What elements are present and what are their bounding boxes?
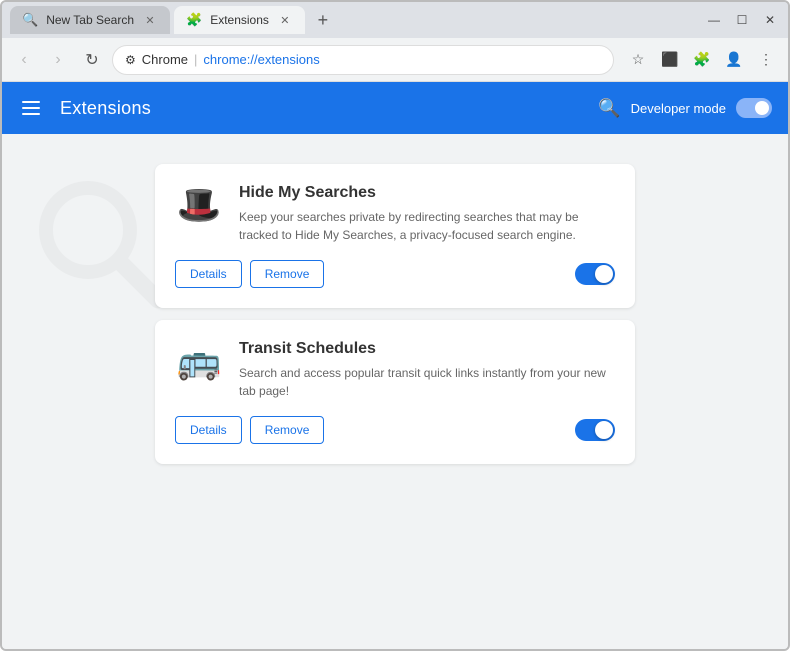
developer-mode-label: Developer mode bbox=[631, 101, 726, 116]
extensions-header-right: 🔍 Developer mode bbox=[598, 98, 772, 119]
extension-card-hide-my-searches: 🎩 Hide My Searches Keep your searches pr… bbox=[155, 164, 635, 308]
bookmark-icon[interactable]: ☆ bbox=[624, 46, 652, 74]
hide-my-searches-icon: 🎩 bbox=[175, 184, 223, 226]
hide-my-searches-desc: Keep your searches private by redirectin… bbox=[239, 208, 615, 244]
browser-window: 🔍 New Tab Search ✕ 🧩 Extensions ✕ + — ☐ … bbox=[0, 0, 790, 651]
hamburger-menu[interactable] bbox=[18, 97, 44, 119]
tab-extensions-icon: 🧩 bbox=[186, 12, 202, 28]
window-controls: — ☐ ✕ bbox=[704, 10, 780, 30]
extension-card-top: 🎩 Hide My Searches Keep your searches pr… bbox=[175, 184, 615, 244]
tab-new-tab-search-title: New Tab Search bbox=[46, 13, 134, 27]
developer-mode-toggle[interactable] bbox=[736, 98, 772, 118]
tab-extensions[interactable]: 🧩 Extensions ✕ bbox=[174, 6, 305, 34]
extension-icon[interactable]: 🧩 bbox=[688, 46, 716, 74]
transit-schedules-toggle-knob bbox=[595, 421, 613, 439]
hide-my-searches-toggle-container bbox=[575, 263, 615, 285]
transit-schedules-toggle[interactable] bbox=[575, 419, 615, 441]
address-bar[interactable]: ⚙ Chrome | chrome://extensions bbox=[112, 45, 614, 75]
address-separator: | bbox=[194, 52, 197, 67]
transit-schedules-toggle-container bbox=[575, 419, 615, 441]
maximize-button[interactable]: ☐ bbox=[732, 10, 752, 30]
forward-button[interactable]: › bbox=[44, 46, 72, 74]
developer-mode-toggle-knob bbox=[755, 101, 769, 115]
transit-schedules-info: Transit Schedules Search and access popu… bbox=[239, 340, 615, 400]
menu-icon[interactable]: ⋮ bbox=[752, 46, 780, 74]
hide-my-searches-toggle-knob bbox=[595, 265, 613, 283]
hamburger-line-3 bbox=[22, 113, 40, 115]
transit-schedules-icon: 🚌 bbox=[175, 340, 223, 382]
hide-my-searches-info: Hide My Searches Keep your searches priv… bbox=[239, 184, 615, 244]
extensions-content: fish.com 🎩 Hide My Searches Keep your se… bbox=[2, 134, 788, 649]
minimize-button[interactable]: — bbox=[704, 10, 724, 30]
tab-extensions-close[interactable]: ✕ bbox=[277, 12, 293, 28]
transit-schedules-name: Transit Schedules bbox=[239, 340, 615, 358]
toolbar: ‹ › ↻ ⚙ Chrome | chrome://extensions ☆ ⬛… bbox=[2, 38, 788, 82]
title-bar: 🔍 New Tab Search ✕ 🧩 Extensions ✕ + — ☐ … bbox=[2, 2, 788, 38]
extension-card-top: 🚌 Transit Schedules Search and access po… bbox=[175, 340, 615, 400]
tab-new-tab-search-close[interactable]: ✕ bbox=[142, 12, 158, 28]
tab-new-tab-search-icon: 🔍 bbox=[22, 12, 38, 28]
hamburger-line-1 bbox=[22, 101, 40, 103]
hamburger-line-2 bbox=[22, 107, 40, 109]
hide-my-searches-actions: Details Remove bbox=[175, 260, 615, 288]
hide-my-searches-remove-button[interactable]: Remove bbox=[250, 260, 325, 288]
hide-my-searches-details-button[interactable]: Details bbox=[175, 260, 242, 288]
tab-extensions-title: Extensions bbox=[210, 13, 269, 27]
extensions-search-icon[interactable]: 🔍 bbox=[598, 98, 620, 119]
extensions-list: 🎩 Hide My Searches Keep your searches pr… bbox=[155, 164, 635, 464]
extension-card-transit-schedules: 🚌 Transit Schedules Search and access po… bbox=[155, 320, 635, 464]
address-domain: Chrome bbox=[142, 52, 188, 67]
extensions-header: Extensions 🔍 Developer mode bbox=[2, 82, 788, 134]
toolbar-icons: ☆ ⬛ 🧩 👤 ⋮ bbox=[624, 46, 780, 74]
new-tab-button[interactable]: + bbox=[309, 6, 337, 34]
magnifier-watermark bbox=[32, 174, 172, 314]
address-url: chrome://extensions bbox=[203, 52, 319, 67]
back-button[interactable]: ‹ bbox=[10, 46, 38, 74]
address-favicon: ⚙ bbox=[125, 53, 136, 67]
profile-icon[interactable]: 👤 bbox=[720, 46, 748, 74]
capture-icon[interactable]: ⬛ bbox=[656, 46, 684, 74]
tab-new-tab-search[interactable]: 🔍 New Tab Search ✕ bbox=[10, 6, 170, 34]
hide-my-searches-toggle[interactable] bbox=[575, 263, 615, 285]
hide-my-searches-name: Hide My Searches bbox=[239, 184, 615, 202]
transit-schedules-remove-button[interactable]: Remove bbox=[250, 416, 325, 444]
transit-schedules-details-button[interactable]: Details bbox=[175, 416, 242, 444]
transit-schedules-desc: Search and access popular transit quick … bbox=[239, 364, 615, 400]
reload-button[interactable]: ↻ bbox=[78, 46, 106, 74]
extensions-header-title: Extensions bbox=[60, 98, 151, 119]
close-button[interactable]: ✕ bbox=[760, 10, 780, 30]
transit-schedules-actions: Details Remove bbox=[175, 416, 615, 444]
